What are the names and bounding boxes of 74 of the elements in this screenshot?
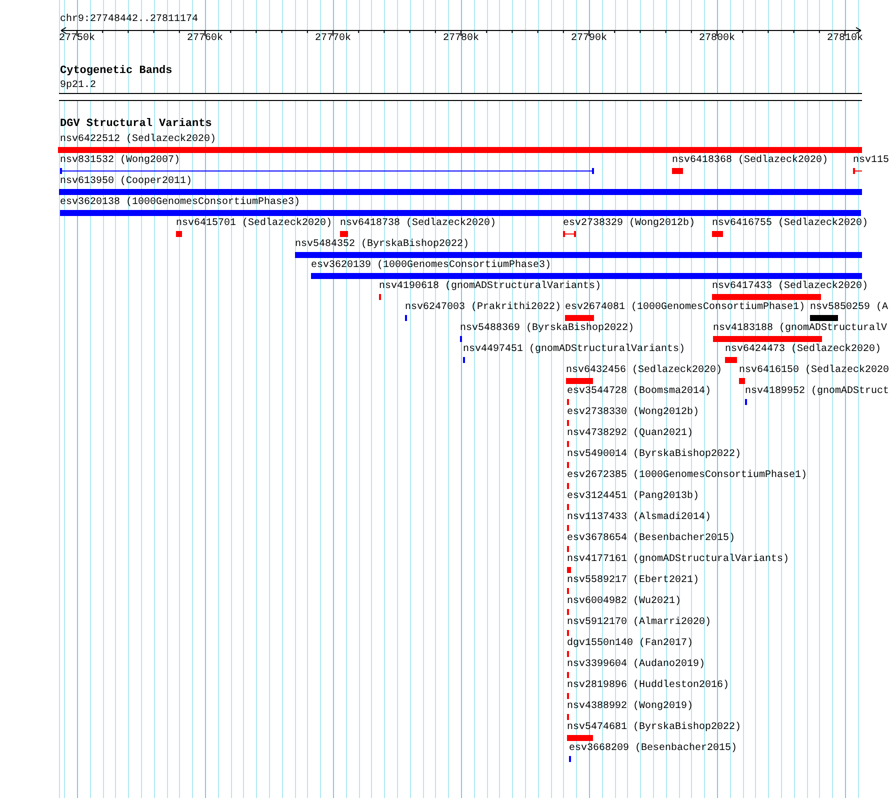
feature-label: nsv6424473 (Sedlazeck2020) — [725, 344, 882, 355]
feature-label: esv3678654 (Besenbacher2015) — [567, 533, 736, 544]
feature-label: nsv613950 (Cooper2011) — [60, 176, 192, 187]
feature-bar[interactable] — [295, 252, 862, 258]
feature-bar[interactable] — [340, 231, 348, 237]
feature-bar[interactable] — [712, 231, 723, 237]
feature-bar[interactable] — [311, 273, 862, 279]
feature-label: nsv4183188 (gnomADStructuralV — [713, 323, 888, 334]
feature-label: esv3544728 (Boomsma2014) — [567, 386, 712, 397]
feature-span[interactable] — [60, 168, 594, 174]
feature-label: nsv831532 (Wong2007) — [60, 155, 180, 166]
feature-label: esv3668209 (Besenbacher2015) — [569, 743, 738, 754]
feature-label: nsv6422512 (Sedlazeck2020) — [60, 134, 216, 145]
band-label: 9p21.2 — [60, 80, 96, 91]
feature-bar[interactable] — [59, 189, 862, 195]
feature-label: nsv5912170 (Almarri2020) — [567, 617, 712, 628]
feature-label: esv2738330 (Wong2012b) — [567, 407, 700, 418]
feature-label: nsv5474681 (ByrskaBishop2022) — [567, 722, 742, 733]
feature-bar[interactable] — [567, 567, 571, 573]
feature-label: nsv4177161 (gnomADStructuralVariants) — [567, 554, 790, 565]
feature-label: nsv4190618 (gnomADStructuralVariants) — [379, 281, 602, 292]
feature-label: nsv6432456 (Sedlazeck2020) — [566, 365, 722, 376]
ruler-tick-label: 27810k — [827, 33, 864, 44]
ruler-tick-label: 27770k — [315, 33, 352, 44]
ruler-tick-label: 27780k — [443, 33, 480, 44]
feature-label: nsv6418368 (Sedlazeck2020) — [672, 155, 828, 166]
feature-label: nsv5589217 (Ebert2021) — [567, 575, 700, 586]
feature-span[interactable] — [563, 231, 576, 237]
feature-label: nsv3399604 (Audano2019) — [567, 659, 706, 670]
feature-bar[interactable] — [725, 357, 737, 363]
feature-label: esv2672385 (1000GenomesConsortiumPhase1) — [567, 470, 808, 481]
feature-label: esv2738329 (Wong2012b) — [563, 218, 696, 229]
feature-bar[interactable] — [739, 378, 745, 384]
feature-bar[interactable] — [566, 378, 593, 384]
feature-label: esv3124451 (Pang2013b) — [567, 491, 700, 502]
ruler-tick-label: 27750k — [59, 33, 96, 44]
feature-bar[interactable] — [567, 735, 593, 741]
feature-label: nsv5484352 (ByrskaBishop2022) — [295, 239, 470, 250]
feature-label: nsv2819896 (Huddleston2016) — [567, 680, 730, 691]
feature-label: nsv4189952 (gnomADStruct — [745, 386, 890, 397]
feature-label: nsv5488369 (ByrskaBishop2022) — [460, 323, 634, 334]
feature-label: nsv6416755 (Sedlazeck2020) — [712, 218, 868, 229]
feature-bar[interactable] — [60, 210, 861, 216]
feature-label: nsv4388992 (Wong2019) — [567, 701, 694, 712]
feature-label: nsv4738292 (Quan2021) — [567, 428, 694, 439]
track-title: DGV Structural Variants — [60, 119, 212, 130]
feature-bar[interactable] — [565, 315, 594, 321]
track-title: Cytogenetic Bands — [60, 66, 172, 77]
ruler-tick-label: 27760k — [187, 33, 224, 44]
feature-bar[interactable] — [713, 336, 822, 342]
feature-span[interactable] — [853, 168, 862, 174]
ruler-tick-label: 27800k — [699, 33, 736, 44]
feature-label: nsv6247003 (Prakrithi2022) — [405, 302, 562, 313]
feature-bar[interactable] — [176, 231, 182, 237]
feature-label: nsv4497451 (gnomADStructuralVariants) — [463, 344, 686, 355]
feature-label: nsv6004982 (Wu2021) — [567, 596, 682, 607]
feature-label: esv3620138 (1000GenomesConsortiumPhase3) — [60, 197, 300, 208]
feature-label: nsv6417433 (Sedlazeck2020) — [712, 281, 868, 292]
feature-label: nsv5850259 (A — [810, 302, 888, 313]
feature-label: nsv5490014 (ByrskaBishop2022) — [567, 449, 742, 460]
feature-label: esv2674081 (1000GenomesConsortiumPhase1) — [565, 302, 806, 313]
feature-bar[interactable] — [58, 147, 862, 153]
feature-bar[interactable] — [810, 315, 838, 321]
feature-label: nsv6418738 (Sedlazeck2020) — [340, 218, 496, 229]
region-label: chr9:27748442..27811174 — [60, 14, 200, 26]
feature-label: nsv115 — [853, 155, 890, 166]
feature-label: nsv6415701 (Sedlazeck2020) — [176, 218, 332, 229]
feature-label: dgv1550n140 (Fan2017) — [567, 638, 694, 649]
feature-label: nsv6416150 (Sedlazeck2020 — [739, 365, 890, 376]
feature-label: nsv1137433 (Alsmadi2014) — [567, 512, 712, 523]
feature-bar[interactable] — [672, 168, 683, 174]
ruler-tick-label: 27790k — [571, 33, 608, 44]
feature-bar[interactable] — [712, 294, 821, 300]
feature-label: esv3620139 (1000GenomesConsortiumPhase3) — [311, 260, 552, 271]
